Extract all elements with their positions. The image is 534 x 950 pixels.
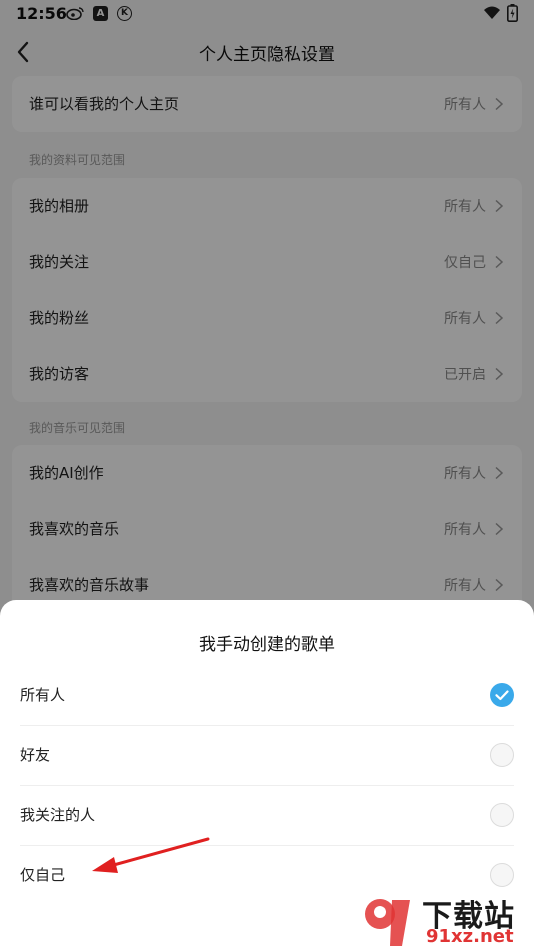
option-friends[interactable]: 好友 (0, 726, 534, 786)
option-label: 所有人 (20, 686, 66, 704)
option-label: 好友 (20, 746, 51, 764)
sheet-title: 我手动创建的歌单 (199, 635, 335, 655)
option-label: 仅自己 (20, 866, 66, 884)
radio-unchecked-icon[interactable] (490, 863, 514, 887)
radio-unchecked-icon[interactable] (490, 803, 514, 827)
watermark: 下载站 91xz.net (360, 890, 534, 950)
watermark-url: 91xz.net (426, 926, 514, 947)
radio-checked-icon[interactable] (490, 683, 514, 707)
watermark-logo-icon (365, 899, 410, 946)
option-label: 我关注的人 (20, 806, 96, 824)
radio-unchecked-icon[interactable] (490, 743, 514, 767)
annotation-arrow-icon (92, 837, 210, 873)
option-everyone[interactable]: 所有人 (0, 666, 534, 726)
